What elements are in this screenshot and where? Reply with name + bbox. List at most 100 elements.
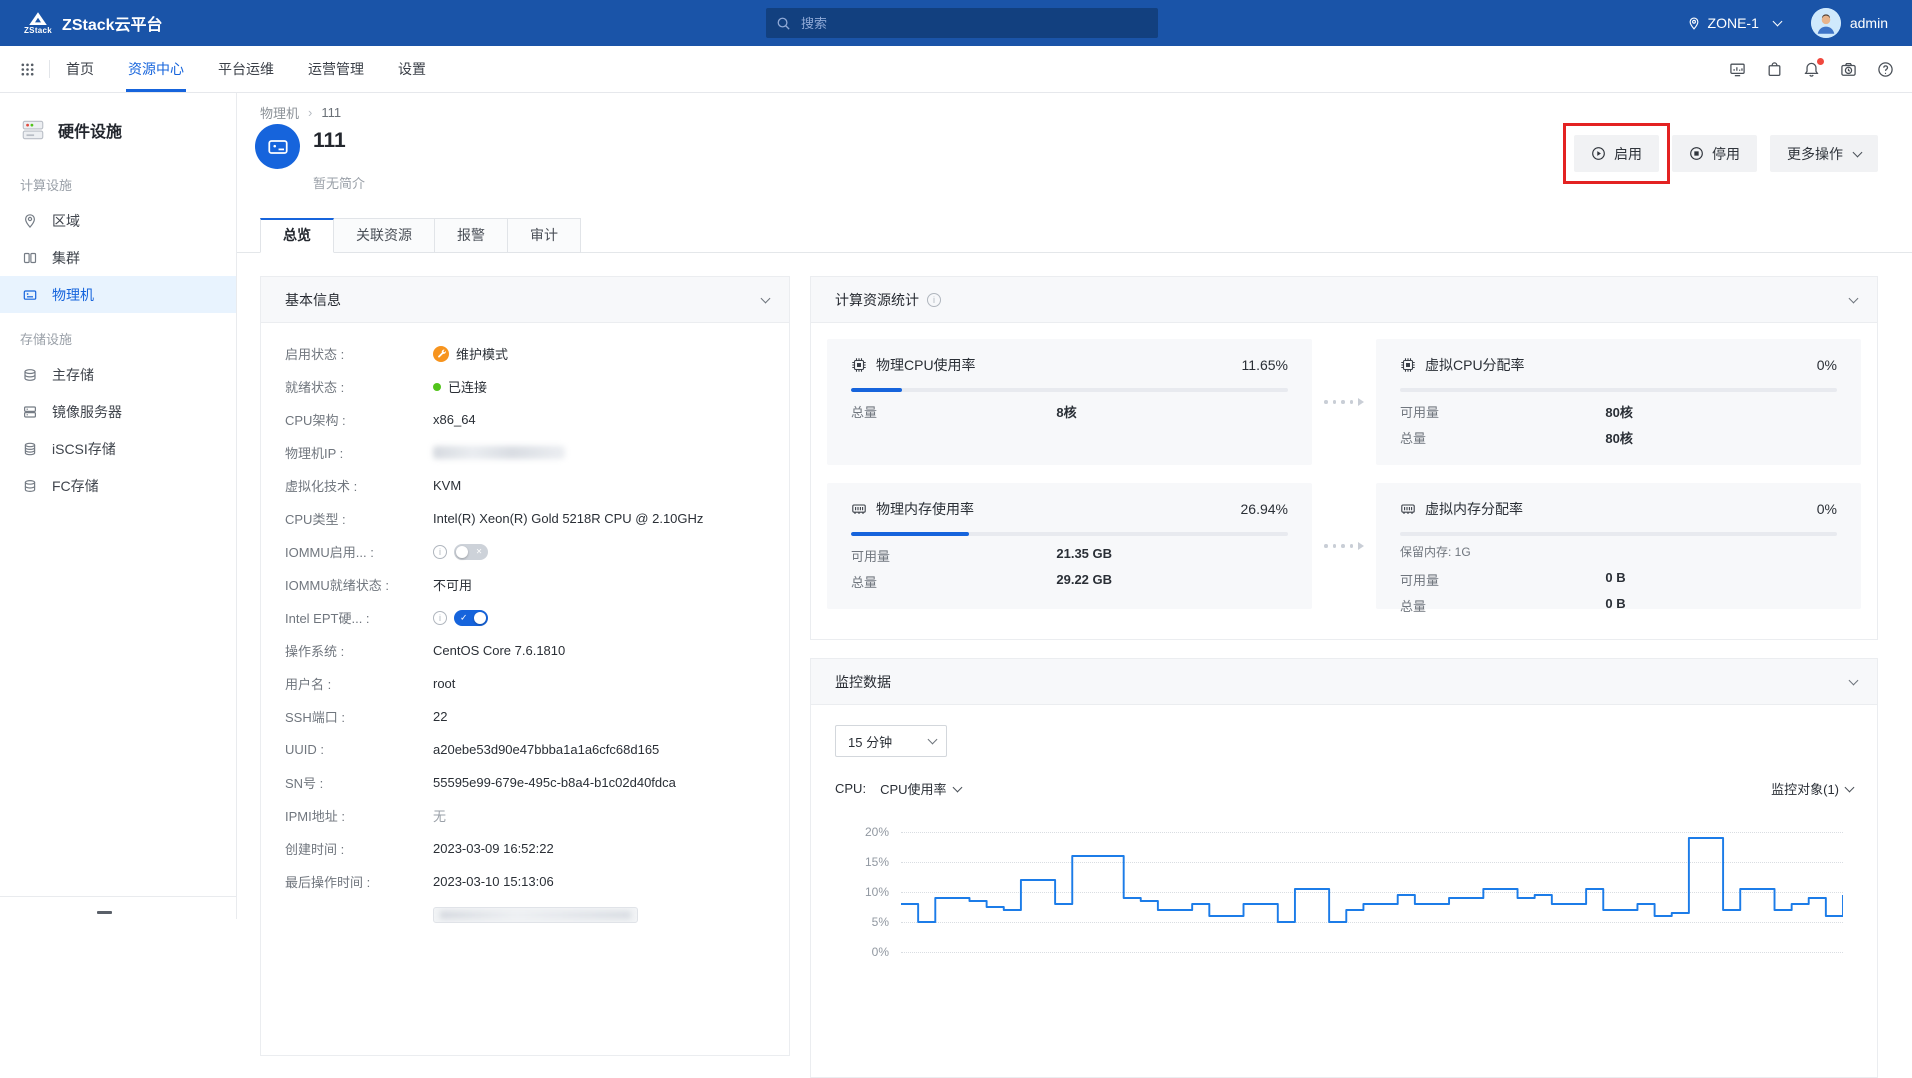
chevron-down-icon[interactable] bbox=[1849, 675, 1859, 685]
monitoring-panel: 监控数据 15 分钟 CPU: CPU使用率 监控对象(1) 20%15%10%… bbox=[810, 658, 1878, 1078]
basic-info-row: 用户名 :root bbox=[285, 673, 765, 694]
image-server-icon bbox=[22, 404, 38, 420]
button-label: 更多操作 bbox=[1787, 144, 1843, 164]
sidebar-item-cluster[interactable]: 集群 bbox=[0, 239, 236, 276]
info-icon[interactable] bbox=[433, 545, 447, 559]
basic-info-panel: 基本信息 启用状态 :维护模式就绪状态 :已连接CPU架构 :x86_64物理机… bbox=[260, 276, 790, 1056]
metric-prefix-label: CPU: bbox=[835, 781, 866, 796]
nav-item-2[interactable]: 平台运维 bbox=[218, 46, 274, 92]
stat-row-label: 总量 bbox=[1400, 431, 1426, 446]
tab-3[interactable]: 审计 bbox=[508, 218, 581, 253]
field-value: x86_64 bbox=[433, 412, 476, 427]
stat-row-label: 总量 bbox=[1400, 599, 1426, 614]
chevron-down-icon bbox=[928, 735, 938, 745]
global-search[interactable] bbox=[766, 8, 1158, 38]
basic-info-header[interactable]: 基本信息 bbox=[261, 277, 789, 323]
info-icon[interactable] bbox=[433, 611, 447, 625]
logo-caption: ZStack bbox=[24, 26, 52, 35]
more-actions-button[interactable]: 更多操作 bbox=[1770, 135, 1878, 172]
basic-info-row: UUID :a20ebe53d90e47bbba1a1a6cfc68d165 bbox=[285, 739, 765, 760]
stat-card-2: 物理内存使用率26.94%可用量21.35 GB总量29.22 GB bbox=[827, 483, 1312, 609]
basic-info-row: Intel EPT硬... : bbox=[285, 607, 765, 628]
field-label: 物理机IP : bbox=[285, 443, 433, 462]
field-label: 操作系统 : bbox=[285, 641, 433, 660]
metric-select[interactable]: CPU使用率 bbox=[880, 779, 960, 798]
info-icon[interactable] bbox=[927, 293, 941, 307]
main-nav: 首页资源中心平台运维运营管理设置 bbox=[66, 46, 426, 92]
stat-row-label: 总量 bbox=[851, 575, 877, 590]
nav-item-1[interactable]: 资源中心 bbox=[128, 46, 184, 92]
help-icon[interactable] bbox=[1877, 61, 1894, 78]
sidebar-section-label: 存储设施 bbox=[0, 313, 236, 356]
time-range-select[interactable]: 15 分钟 bbox=[835, 725, 947, 757]
sidebar-item-primary-storage[interactable]: 主存储 bbox=[0, 356, 236, 393]
redacted-value bbox=[433, 446, 565, 459]
y-axis-tick: 20% bbox=[835, 825, 889, 839]
nav-item-0[interactable]: 首页 bbox=[66, 46, 94, 92]
zone-selector[interactable]: ZONE-1 bbox=[1687, 15, 1781, 31]
status-text: 维护模式 bbox=[456, 344, 508, 363]
breadcrumb-separator: › bbox=[308, 105, 312, 120]
field-label: CPU类型 : bbox=[285, 509, 433, 528]
tab-1[interactable]: 关联资源 bbox=[334, 218, 435, 253]
stat-card-header: 虚拟内存分配率0% bbox=[1400, 499, 1837, 519]
avatar[interactable] bbox=[1811, 8, 1841, 38]
operation-timer-icon[interactable] bbox=[1840, 61, 1857, 78]
field-label: 就绪状态 : bbox=[285, 377, 433, 396]
basic-info-title: 基本信息 bbox=[285, 290, 341, 310]
sidebar-item-label: 区域 bbox=[52, 211, 80, 231]
username[interactable]: admin bbox=[1850, 15, 1888, 31]
chevron-down-icon bbox=[1772, 17, 1782, 27]
play-button[interactable]: 启用 bbox=[1574, 135, 1659, 172]
search-input[interactable] bbox=[799, 15, 1148, 32]
cpu-usage-line bbox=[901, 822, 1843, 992]
nav-item-4[interactable]: 设置 bbox=[398, 46, 426, 92]
sidebar-bottom-partial bbox=[97, 911, 112, 914]
nav-item-3[interactable]: 运营管理 bbox=[308, 46, 364, 92]
tab-0[interactable]: 总览 bbox=[260, 218, 334, 253]
monitor-target-select[interactable]: 监控对象(1) bbox=[1771, 779, 1853, 798]
stat-percent: 0% bbox=[1817, 357, 1837, 373]
stat-row-label: 可用量 bbox=[1400, 405, 1439, 420]
sidebar-item-zone[interactable]: 区域 bbox=[0, 202, 236, 239]
breadcrumb: 物理机 › 111 bbox=[260, 103, 341, 122]
field-label: 用户名 : bbox=[285, 674, 433, 693]
stop-button[interactable]: 停用 bbox=[1672, 135, 1757, 172]
sidebar-item-host[interactable]: 物理机 bbox=[0, 276, 236, 313]
sidebar-item-label: FC存储 bbox=[52, 476, 99, 496]
monitoring-header[interactable]: 监控数据 bbox=[811, 659, 1877, 705]
tab-2[interactable]: 报警 bbox=[435, 218, 508, 253]
field-value bbox=[433, 907, 638, 923]
notifications-bell-icon[interactable] bbox=[1803, 61, 1820, 78]
host-icon bbox=[266, 135, 290, 159]
sidebar-item-fc[interactable]: FC存储 bbox=[0, 467, 236, 504]
hardware-server-icon bbox=[20, 117, 46, 143]
sidebar-item-image-server[interactable]: 镜像服务器 bbox=[0, 393, 236, 430]
chevron-down-icon[interactable] bbox=[1849, 293, 1859, 303]
brand-title: ZStack云平台 bbox=[62, 11, 162, 35]
stat-note: 保留内存: 1G bbox=[1400, 543, 1837, 560]
clipboard-icon[interactable] bbox=[1766, 61, 1783, 78]
progress-bar bbox=[1400, 532, 1837, 536]
stat-row: 可用量80核 bbox=[1400, 402, 1837, 418]
compute-stats-header[interactable]: 计算资源统计 bbox=[811, 277, 1877, 323]
progress-bar bbox=[851, 388, 1288, 392]
field-label: 启用状态 : bbox=[285, 344, 433, 363]
maintenance-wrench-icon bbox=[433, 346, 449, 362]
toggle-on[interactable] bbox=[454, 610, 488, 626]
y-axis-tick: 0% bbox=[835, 945, 889, 959]
apps-grid-icon[interactable] bbox=[20, 62, 35, 77]
breadcrumb-item-1[interactable]: 111 bbox=[321, 105, 341, 120]
field-value bbox=[433, 610, 488, 626]
console-monitor-icon[interactable] bbox=[1729, 61, 1746, 78]
toggle-off[interactable] bbox=[454, 544, 488, 560]
flow-arrow-icon bbox=[1312, 398, 1376, 406]
stat-card-header: 物理内存使用率26.94% bbox=[851, 499, 1288, 519]
breadcrumb-item-0[interactable]: 物理机 bbox=[260, 103, 299, 122]
memory-icon bbox=[851, 501, 867, 517]
chevron-down-icon[interactable] bbox=[761, 293, 771, 303]
location-pin-icon bbox=[1687, 16, 1701, 31]
main-content: 物理机›111 111 暂无简介 启用停用更多操作 总览关联资源报警审计 基本信… bbox=[237, 93, 1912, 919]
basic-info-row: 就绪状态 :已连接 bbox=[285, 376, 765, 397]
sidebar-item-iscsi[interactable]: iSCSI存储 bbox=[0, 430, 236, 467]
